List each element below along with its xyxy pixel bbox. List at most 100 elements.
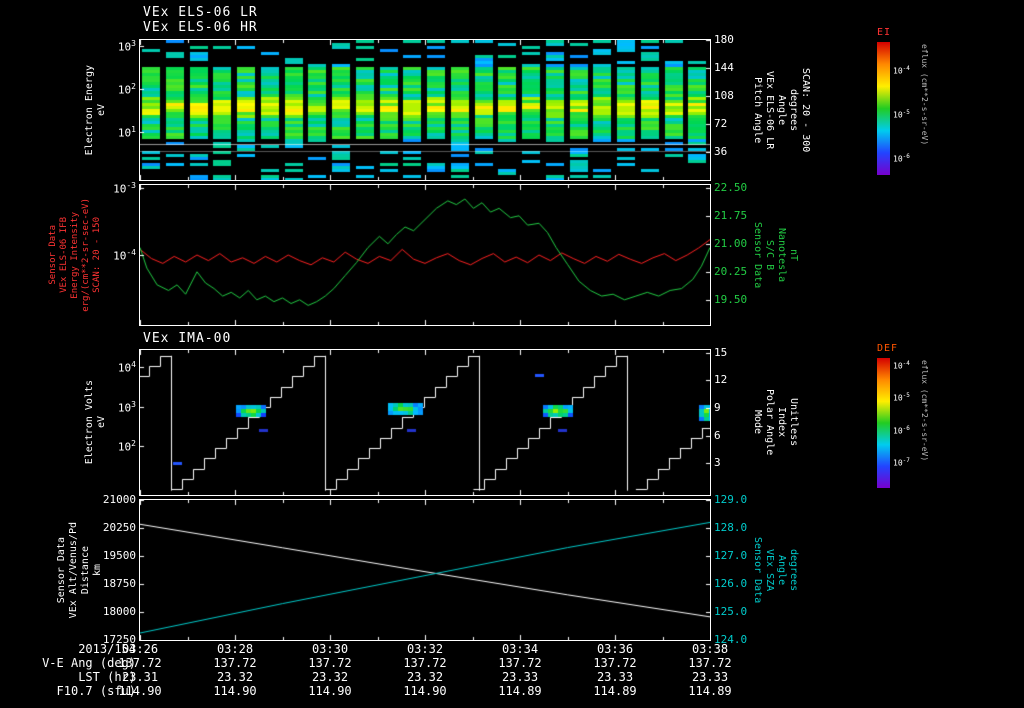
tick-label: 6 <box>714 429 721 442</box>
axis-label-line: S/C B <box>764 239 775 271</box>
tick-label: 21.00 <box>714 237 748 250</box>
tick-label: 144 <box>714 61 734 74</box>
tick-label: 10-3 <box>113 181 136 196</box>
tick-label: 108 <box>714 89 734 102</box>
tick-label: 12 <box>714 373 728 386</box>
axis-label-line: Distance <box>80 545 91 595</box>
tick-label: 19.50 <box>714 293 748 306</box>
tick-label: 103 <box>117 39 136 54</box>
row-value: 23.33 <box>691 670 729 684</box>
panel1-left-axis-label: Electron Energy eV <box>84 40 107 180</box>
row-value: 23.32 <box>406 670 444 684</box>
ima-colorbar-ticks: 10-4 10-5 10-6 10-7 <box>893 358 919 488</box>
tick-label: 125.0 <box>714 605 748 618</box>
row-value: 137.72 <box>593 656 637 670</box>
row-value: 114.89 <box>688 684 732 698</box>
ima-colorbar-label: DEF <box>877 343 899 354</box>
tick-label: 126.0 <box>714 577 748 590</box>
panel4-right-ticks: 129.0 128.0 127.0 126.0 125.0 124.0 <box>714 494 750 646</box>
row-value: 23.32 <box>311 670 349 684</box>
tick-label: 102 <box>117 439 136 454</box>
axis-label-line: VEx ELS-06 IFB <box>59 217 69 293</box>
panel1-right-axis-label: Pitch Angle VEx ELS-06 LR Angle degrees … <box>752 38 811 183</box>
tick-label: 10-4 <box>893 360 910 371</box>
axis-label-line: Polar Angle <box>764 389 775 456</box>
axis-label-line: Angle <box>776 554 787 586</box>
tick-label: 10-6 <box>893 153 910 164</box>
row-value: 23.31 <box>121 670 159 684</box>
tick-label: 10-7 <box>893 457 910 468</box>
panel3-left-axis-label: Electron Volts eV <box>84 350 107 495</box>
axis-label-line: degrees <box>788 548 799 592</box>
axis-label-line: Sensor Data <box>48 225 58 285</box>
tick-label: 18750 <box>102 577 136 590</box>
time-tick-label: 03:34 <box>501 642 539 656</box>
time-tick-label: 03:28 <box>216 642 254 656</box>
panel1-left-ticks: 103 102 101 <box>108 40 136 180</box>
ima-colorbar <box>877 358 890 488</box>
panel1-title-line2: VEx ELS-06 HR <box>143 20 258 35</box>
time-tick-label: 03:32 <box>406 642 444 656</box>
axis-label-line: nT <box>788 248 799 262</box>
row-value: 137.72 <box>403 656 447 670</box>
tick-label: 127.0 <box>714 549 748 562</box>
tick-label: 10-5 <box>893 109 910 120</box>
row-value: 114.90 <box>118 684 162 698</box>
row-value: 114.90 <box>308 684 352 698</box>
altitude-sza-canvas <box>139 499 711 641</box>
tick-label: 10-4 <box>113 248 136 263</box>
row-value: 137.72 <box>308 656 352 670</box>
axis-label-line: Electron Volts <box>84 380 95 465</box>
panel4-left-ticks: 21000 20250 19500 18750 18000 17250 <box>100 494 136 646</box>
ima-spectrogram-canvas <box>139 349 711 496</box>
axis-label-line: VEx Alt/Venus/Pd <box>68 521 79 619</box>
panel1-right-ticks: 180 144 108 72 36 <box>714 34 750 180</box>
cdaweb-plot-screen: VEx ELS-06 LR VEx ELS-06 HR VEx IMA-00 E… <box>0 0 1024 708</box>
tick-label: 21000 <box>102 493 136 506</box>
axis-label-line: Index <box>776 407 787 438</box>
row-value: 137.72 <box>498 656 542 670</box>
row-value: 137.72 <box>213 656 257 670</box>
axis-label-line: Nanotesla <box>776 227 787 283</box>
panel4-left-axis-label: Sensor Data VEx Alt/Venus/Pd Distance km <box>56 500 103 640</box>
tick-label: 128.0 <box>714 521 748 534</box>
axis-label-line: Mode <box>752 410 763 435</box>
tick-label: 20250 <box>102 521 136 534</box>
axis-label-line: VEx ELS-06 LR <box>764 71 775 150</box>
tick-label: 20.25 <box>714 265 748 278</box>
tick-label: 10-5 <box>893 392 910 403</box>
tick-label: 129.0 <box>714 493 748 506</box>
axis-label-line: Angle <box>776 95 787 126</box>
tick-label: 103 <box>117 400 136 415</box>
tick-label: 10-4 <box>893 65 910 76</box>
time-tick-label: 03:36 <box>596 642 634 656</box>
intensity-bfield-canvas <box>139 184 711 326</box>
els-colorbar-ticks: 10-4 10-5 10-6 <box>893 42 919 175</box>
row-value: 114.90 <box>213 684 257 698</box>
ima-colorbar-units: eflux (cm**2-s-sr-eV) <box>920 360 929 462</box>
tick-label: 36 <box>714 145 728 158</box>
tick-label: 104 <box>117 360 136 375</box>
panel2-right-axis-label: Sensor Data S/C B Nanotesla nT <box>752 185 799 325</box>
axis-label-line: Unitless <box>788 398 799 447</box>
time-tick-label: 03:26 <box>121 642 159 656</box>
row-value: 114.90 <box>403 684 447 698</box>
axis-label-line: SCAN: 20 - 300 <box>800 68 811 153</box>
tick-label: 9 <box>714 401 721 414</box>
panel2-right-ticks: 22.50 21.75 21.00 20.25 19.50 <box>714 181 750 325</box>
axis-label-line: eV <box>96 103 107 117</box>
axis-label-line: erg/(cm**2-sr-sec-eV) <box>81 198 91 312</box>
tick-label: 3 <box>714 456 721 469</box>
row-value: 23.32 <box>216 670 254 684</box>
axis-label-line: Pitch Angle <box>752 77 763 144</box>
panel3-title: VEx IMA-00 <box>143 331 232 346</box>
panel3-right-axis-label: Mode Polar Angle Index Unitless <box>752 350 799 495</box>
panel3-left-ticks: 104 103 102 <box>108 350 136 495</box>
time-tick-label: 03:30 <box>311 642 349 656</box>
tick-label: 22.50 <box>714 181 748 194</box>
tick-label: 18000 <box>102 605 136 618</box>
axis-label-line: eV <box>96 416 107 429</box>
axis-label-line: SCAN: 20 - 150 <box>92 217 102 293</box>
els-colorbar-label: EI <box>877 27 892 38</box>
panel4-right-axis-label: Sensor Data VEx SZA Angle degrees <box>752 500 799 640</box>
